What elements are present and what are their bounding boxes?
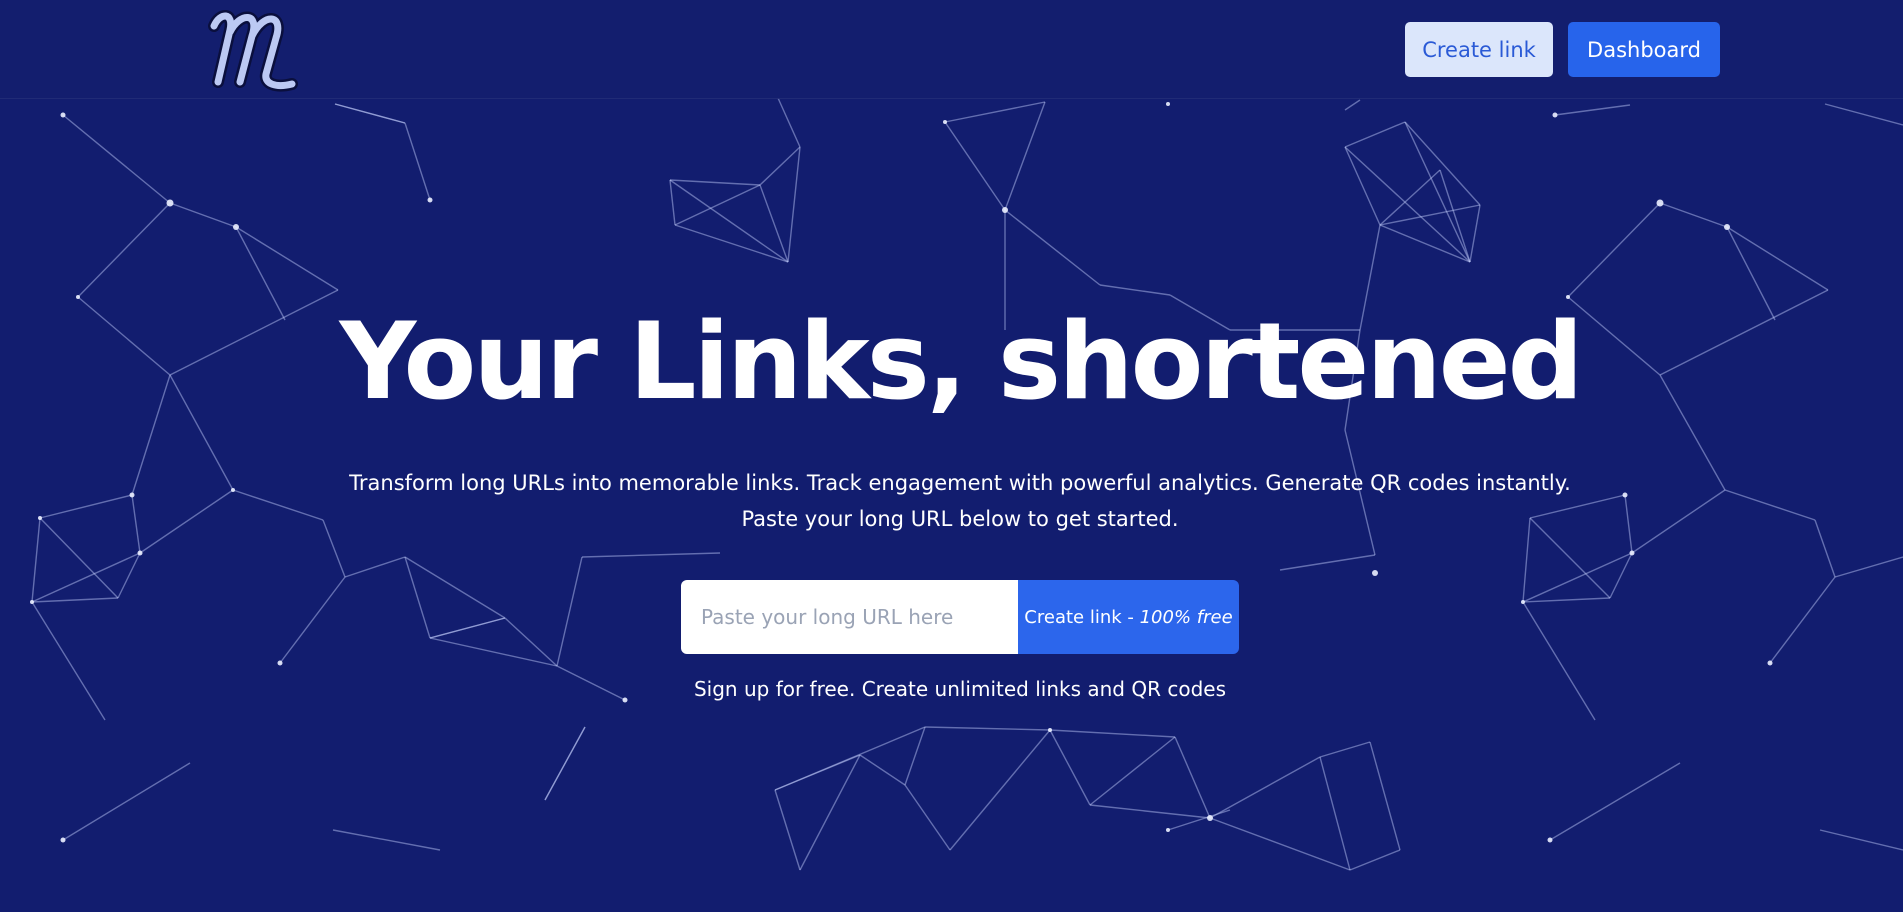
long-url-input[interactable]: [681, 580, 1018, 654]
shorten-url-form: Create link - 100% free: [681, 580, 1239, 654]
create-link-submit-emphasis: 100% free: [1139, 606, 1233, 628]
create-link-submit-label: Create link -: [1024, 606, 1140, 628]
top-nav-bar: Create link Dashboard: [0, 0, 1903, 99]
hero-subtitle-line-2: Paste your long URL below to get started…: [741, 507, 1179, 531]
hero-subtitle-line-1: Transform long URLs into memorable links…: [349, 471, 1571, 495]
create-link-nav-button[interactable]: Create link: [1405, 22, 1553, 77]
landing-page: Create link Dashboard Your Links, shorte…: [0, 0, 1903, 912]
signup-note: Sign up for free. Create unlimited links…: [693, 677, 1226, 701]
script-m-logo-icon[interactable]: [200, 2, 300, 94]
dashboard-button[interactable]: Dashboard: [1568, 22, 1720, 77]
hero-title: Your Links, shortened: [339, 300, 1583, 423]
create-link-submit-button[interactable]: Create link - 100% free: [1018, 580, 1239, 654]
hero-subtitle: Transform long URLs into memorable links…: [290, 465, 1630, 537]
network-background: [30, 97, 1903, 871]
